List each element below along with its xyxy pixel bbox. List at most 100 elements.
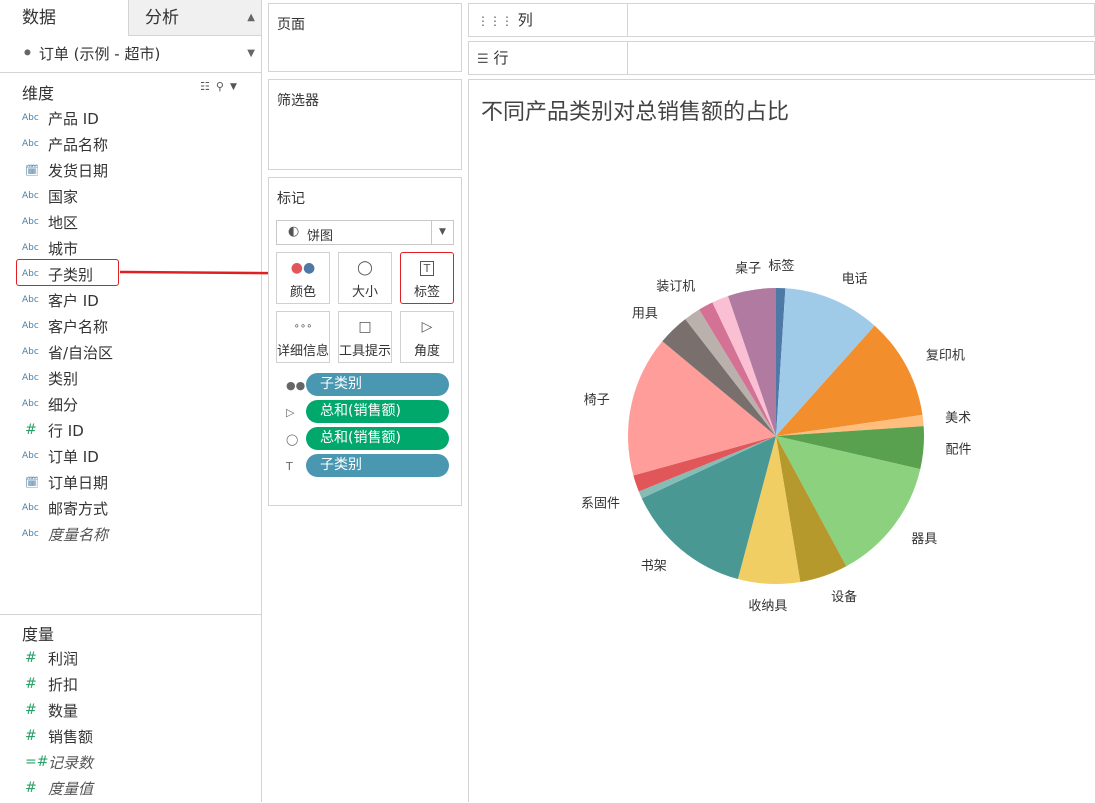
chevron-down-icon[interactable]: ▼ [431,221,453,244]
size-icon: ◯ [357,260,373,276]
pages-card[interactable]: 页面 [268,3,462,72]
marks-pill[interactable]: 总和(销售额) [306,400,449,423]
measure-field[interactable]: # 折扣 [22,672,78,696]
label-icon: T [286,459,293,473]
datasource[interactable]: ⚫ 订单 (示例 - 超市) [22,43,160,64]
string-type-icon: Abc [22,295,39,305]
tab-data[interactable]: 数据 [0,0,129,36]
measures-title: 度量 [22,625,55,644]
field-label: 数量 [48,701,79,720]
rows-shelf-label: ☰ 行 [469,42,628,74]
dimension-field[interactable]: Abc 客户名称 [22,314,108,338]
size-label: 大小 [351,285,378,300]
measure-field[interactable]: # 销售额 [22,724,93,748]
columns-shelf[interactable]: ⋮⋮⋮ 列 [468,3,1095,37]
field-label: 订单日期 [48,473,109,492]
columns-icon: ⋮⋮⋮ [477,14,513,28]
chart-view[interactable]: 不同产品类别对总销售额的占比 标签 电话 复印机 美术 配件 器具 设备 收纳具 书架 系固件 椅子… [468,79,1095,802]
datasource-icon: ⚫ [22,46,33,61]
chevron-down-icon[interactable]: ▼ [230,82,237,92]
dimension-field[interactable]: Abc 城市 [22,236,78,260]
rows-shelf[interactable]: ☰ 行 [468,41,1095,75]
number-type-icon: # [25,780,37,796]
pie-chart[interactable]: 标签电话复印机美术配件器具设备收纳具 书架 系固件 椅子 用具 装订机 桌子 [469,80,1095,803]
field-label: 客户 ID [48,291,99,310]
marks-pill[interactable]: 子类别 [306,373,449,396]
calendar-icon: 🗓 [25,163,39,177]
tab-analysis[interactable]: 分析 ▲ ▼ [129,0,261,59]
string-type-icon: Abc [22,347,39,357]
pie-slice-label: 配件 [945,442,971,457]
pie-slice-label: 椅子 [584,393,610,408]
angle-label: 角度 [413,344,440,359]
field-label: 省/自治区 [48,343,114,362]
dimension-field[interactable]: Abc 邮寄方式 [22,496,108,520]
tooltip-button[interactable]: □ 工具提示 [338,311,392,363]
detail-icon: ∘∘∘ [293,321,313,332]
detail-button[interactable]: ∘∘∘ 详细信息 [276,311,330,363]
updown-arrows-icon: ▲ ▼ [247,12,255,59]
field-label: 类别 [48,369,79,388]
dimension-field[interactable]: Abc 客户 ID [22,288,99,312]
dimension-field[interactable]: Abc 产品 ID [22,106,99,130]
color-icon: ●● [290,260,316,276]
string-type-icon: Abc [22,139,39,149]
calendar-icon: 🗓 [25,475,39,489]
list-view-icon[interactable]: ☷ [200,80,210,93]
pie-slice-label: 电话 [842,272,868,287]
marks-title: 标记 [277,191,305,207]
pie-slice-label: 收纳具 [748,599,787,614]
dimension-field[interactable]: Abc 度量名称 [22,522,108,546]
dimension-field[interactable]: 🗓 发货日期 [22,158,108,182]
dimension-field[interactable]: Abc 细分 [22,392,78,416]
size-icon: ◯ [286,432,299,446]
field-label: 记录数 [48,753,94,772]
string-type-icon: Abc [22,373,39,383]
dimension-field[interactable]: Abc 产品名称 [22,132,108,156]
rows-label: 行 [493,49,509,67]
field-label: 地区 [48,213,79,232]
measure-field[interactable]: # 度量值 [22,776,93,800]
number-type-icon: # [25,422,37,438]
string-type-icon: Abc [22,217,39,227]
datasource-label: 订单 (示例 - 超市) [38,45,161,63]
size-button[interactable]: ◯ 大小 [338,252,392,304]
mark-type-dropdown[interactable]: ◐ 饼图 ▼ [276,220,454,245]
color-button[interactable]: ●● 颜色 [276,252,330,304]
marks-pill[interactable]: 子类别 [306,454,449,477]
angle-button[interactable]: ▷ 角度 [400,311,454,363]
measure-field[interactable]: # 利润 [22,646,78,670]
measure-field[interactable]: # 数量 [22,698,78,722]
field-label: 产品名称 [48,135,109,154]
number-type-icon: # [25,676,37,692]
pie-slice-label: 复印机 [926,349,965,364]
pie-slice-label: 桌子 [735,261,761,276]
dimension-field[interactable]: Abc 类别 [22,366,78,390]
number-type-icon: # [25,650,37,666]
string-type-icon: Abc [22,243,39,253]
pie-slice-label: 系固件 [581,497,620,512]
tooltip-label: 工具提示 [339,344,392,359]
dimension-field[interactable]: Abc 国家 [22,184,78,208]
dimension-tools: ☷ ⚲ ▼ [200,80,237,93]
field-label: 度量名称 [48,525,109,544]
label-label: 标签 [413,285,440,300]
field-label: 发货日期 [48,161,109,180]
dimension-field[interactable]: # 行 ID [22,418,84,442]
marks-pill[interactable]: 总和(销售额) [306,427,449,450]
dimension-field[interactable]: 🗓 订单日期 [22,470,108,494]
filters-title: 筛选器 [277,93,319,109]
field-label: 邮寄方式 [48,499,109,518]
measure-field[interactable]: =# 记录数 [22,750,93,774]
dimension-field[interactable]: Abc 订单 ID [22,444,99,468]
divider [0,614,261,615]
label-button[interactable]: T 标签 [400,252,454,304]
string-type-icon: Abc [22,451,39,461]
dimension-field[interactable]: Abc 省/自治区 [22,340,113,364]
search-icon[interactable]: ⚲ [216,80,224,93]
angle-icon: ▷ [286,405,295,419]
dimension-field[interactable]: Abc 地区 [22,210,78,234]
detail-label: 详细信息 [277,344,330,359]
tab-analysis-label: 分析 [145,8,179,28]
filters-card[interactable]: 筛选器 [268,79,462,170]
